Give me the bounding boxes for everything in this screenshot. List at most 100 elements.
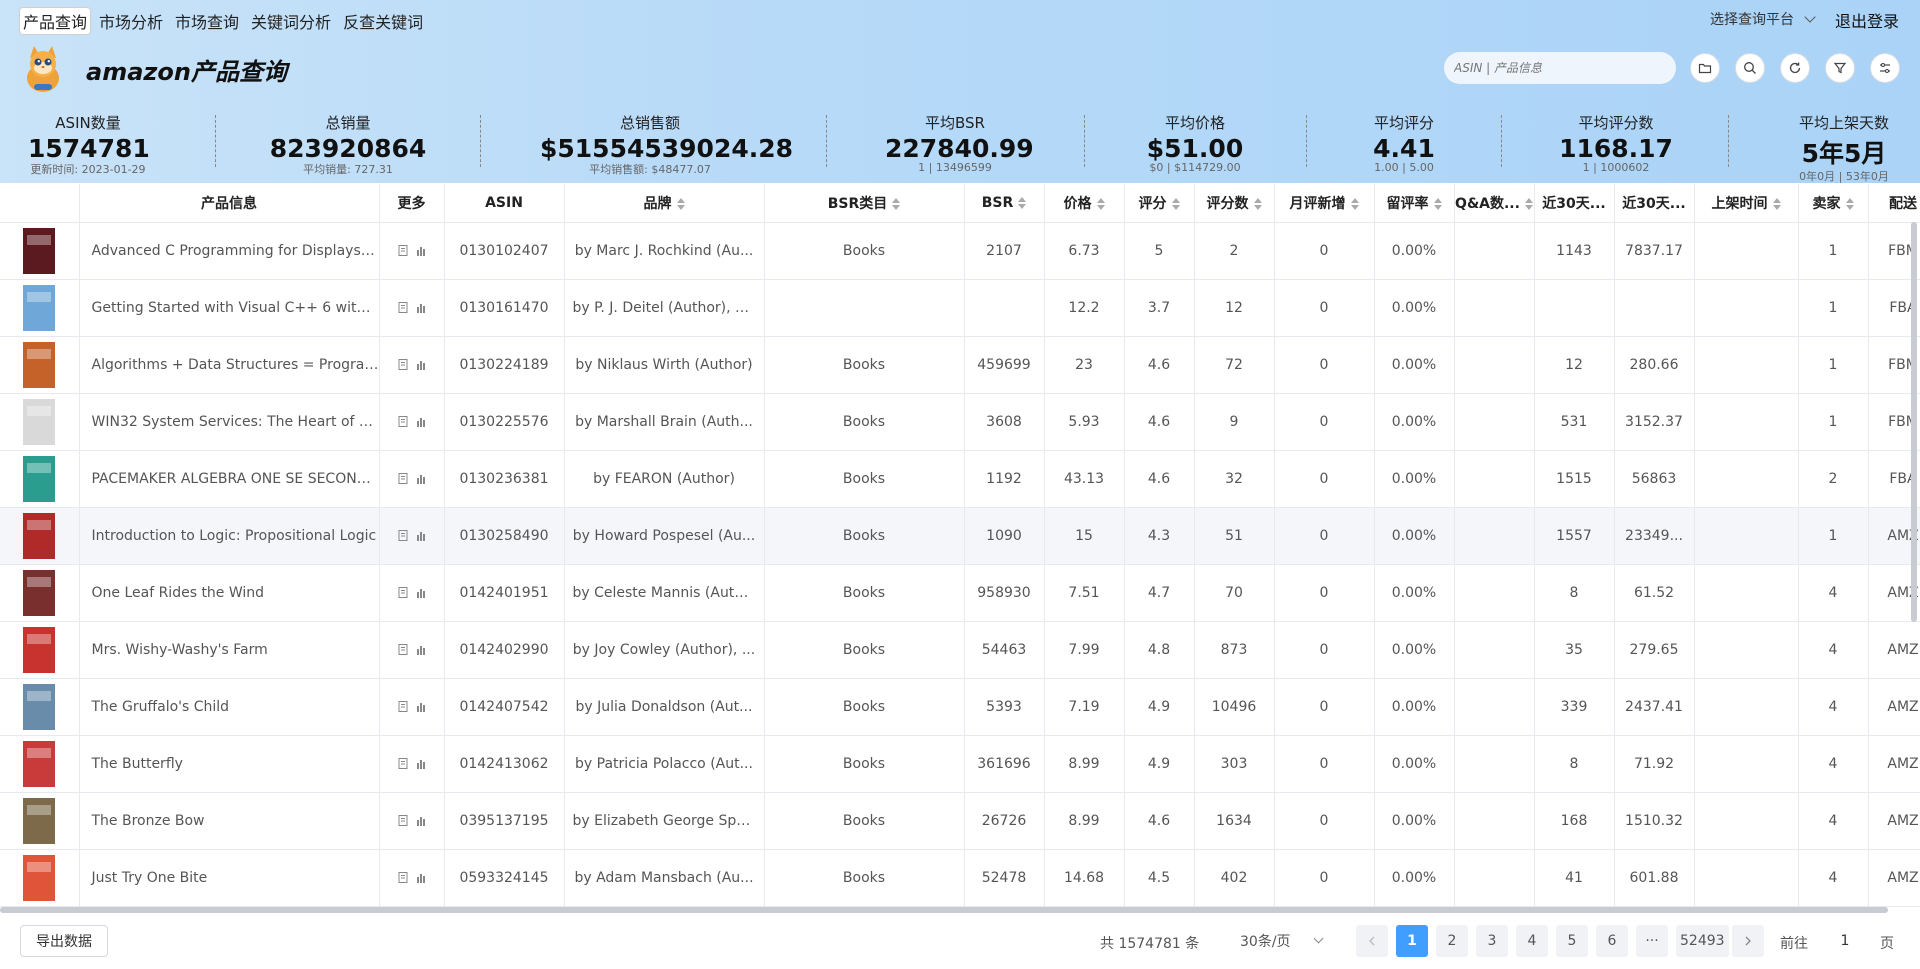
asin-cell[interactable]: 0142402990	[444, 621, 565, 679]
table-row[interactable]: Algorithms + Data Structures = Programs …	[0, 336, 1920, 394]
document-icon[interactable]	[398, 587, 408, 598]
table-row[interactable]: PACEMAKER ALGEBRA ONE SE SECOND EDITION …	[0, 450, 1920, 508]
col-review-count[interactable]: 评分数	[1194, 184, 1275, 223]
bar-chart-icon[interactable]	[416, 644, 426, 655]
product-title[interactable]: Introduction to Logic: Propositional Log…	[79, 507, 380, 565]
document-icon[interactable]	[398, 701, 408, 712]
book-cover-image[interactable]	[21, 455, 57, 503]
product-title[interactable]: The Gruffalo's Child	[79, 678, 380, 736]
asin-cell[interactable]: 0593324145	[444, 849, 565, 907]
product-title[interactable]: PACEMAKER ALGEBRA ONE SE SECOND EDITION …	[79, 450, 380, 508]
col-review-rate[interactable]: 留评率	[1374, 184, 1455, 223]
col-bsr[interactable]: BSR	[964, 184, 1045, 223]
book-cover-image[interactable]	[21, 569, 57, 617]
nav-keyword-analysis[interactable]: 关键词分析	[248, 8, 334, 34]
prev-page-button[interactable]	[1356, 925, 1388, 957]
asin-cell[interactable]: 0130225576	[444, 393, 565, 451]
bar-chart-icon[interactable]	[416, 245, 426, 256]
book-cover-image[interactable]	[21, 797, 57, 845]
table-row[interactable]: Just Try One Bite 0593324145 by Adam Mansb…	[0, 849, 1920, 907]
nav-market-query[interactable]: 市场查询	[172, 8, 242, 34]
page-ellipsis-button[interactable]: ···	[1636, 925, 1668, 957]
book-cover-image[interactable]	[21, 341, 57, 389]
asin-cell[interactable]: 0130258490	[444, 507, 565, 565]
sort-icon[interactable]	[1018, 196, 1027, 209]
sort-icon[interactable]	[1772, 197, 1781, 210]
asin-cell[interactable]: 0130224189	[444, 336, 565, 394]
table-row[interactable]: One Leaf Rides the Wind 0142401951 by Cele…	[0, 564, 1920, 622]
page-button-last[interactable]: 52493	[1676, 925, 1729, 957]
nav-product-query[interactable]: 产品查询	[20, 8, 91, 34]
document-icon[interactable]	[398, 530, 408, 541]
product-title[interactable]: One Leaf Rides the Wind	[79, 564, 380, 622]
asin-cell[interactable]: 0142407542	[444, 678, 565, 736]
next-page-button[interactable]	[1732, 925, 1764, 957]
bar-chart-icon[interactable]	[416, 758, 426, 769]
product-title[interactable]: Getting Started with Visual C++ 6 with a…	[79, 279, 380, 337]
sort-icon[interactable]	[1524, 197, 1533, 210]
asin-cell[interactable]: 0130161470	[444, 279, 565, 337]
document-icon[interactable]	[398, 758, 408, 769]
book-cover-image[interactable]	[21, 626, 57, 674]
goto-page-input[interactable]	[1830, 925, 1860, 957]
vertical-scrollbar[interactable]	[1911, 222, 1917, 622]
col-30day-sales[interactable]: 近30天...	[1534, 184, 1615, 223]
asin-cell[interactable]: 0142413062	[444, 735, 565, 793]
logout-link[interactable]: 退出登录	[1835, 8, 1899, 32]
horizontal-scrollbar[interactable]	[0, 907, 1888, 913]
scrollbar-thumb[interactable]	[0, 907, 1888, 913]
bar-chart-icon[interactable]	[416, 359, 426, 370]
sort-icon[interactable]	[1096, 197, 1105, 210]
search-input[interactable]	[1444, 52, 1676, 84]
page-button-5[interactable]: 5	[1556, 925, 1588, 957]
bar-chart-icon[interactable]	[416, 815, 426, 826]
export-data-button[interactable]: 导出数据	[20, 925, 108, 957]
sort-icon[interactable]	[676, 197, 685, 210]
table-row[interactable]: The Gruffalo's Child 0142407542 by Julia D…	[0, 678, 1920, 736]
document-icon[interactable]	[398, 245, 408, 256]
search-button[interactable]	[1735, 53, 1765, 83]
nav-reverse-keyword[interactable]: 反查关键词	[340, 8, 426, 34]
book-cover-image[interactable]	[21, 854, 57, 902]
document-icon[interactable]	[398, 473, 408, 484]
book-cover-image[interactable]	[21, 740, 57, 788]
page-size-select[interactable]: 30条/页	[1228, 925, 1336, 957]
document-icon[interactable]	[398, 644, 408, 655]
book-cover-image[interactable]	[21, 512, 57, 560]
bar-chart-icon[interactable]	[416, 587, 426, 598]
bar-chart-icon[interactable]	[416, 473, 426, 484]
table-row[interactable]: Mrs. Wishy-Washy's Farm 0142402990 by Joy …	[0, 621, 1920, 679]
table-row[interactable]: Advanced C Programming for Displays: Cha…	[0, 222, 1920, 280]
col-30day-revenue[interactable]: 近30天...	[1614, 184, 1695, 223]
product-title[interactable]: The Butterfly	[79, 735, 380, 793]
bar-chart-icon[interactable]	[416, 530, 426, 541]
platform-select[interactable]: 选择查询平台	[1710, 9, 1816, 29]
bar-chart-icon[interactable]	[416, 302, 426, 313]
table-row[interactable]: WIN32 System Services: The Heart of Wind…	[0, 393, 1920, 451]
product-title[interactable]: Just Try One Bite	[79, 849, 380, 907]
document-icon[interactable]	[398, 416, 408, 427]
col-bsr-category[interactable]: BSR类目	[764, 184, 965, 223]
asin-cell[interactable]: 0142401951	[444, 564, 565, 622]
page-button-6[interactable]: 6	[1596, 925, 1628, 957]
asin-cell[interactable]: 0130236381	[444, 450, 565, 508]
sort-icon[interactable]	[1433, 197, 1442, 210]
col-sellers[interactable]: 卖家	[1798, 184, 1869, 223]
sort-icon[interactable]	[1171, 197, 1180, 210]
col-qa-count[interactable]: Q&A数...	[1454, 184, 1535, 223]
sort-icon[interactable]	[1845, 197, 1854, 210]
table-row[interactable]: Getting Started with Visual C++ 6 with a…	[0, 279, 1920, 337]
settings-button[interactable]	[1870, 53, 1900, 83]
bar-chart-icon[interactable]	[416, 872, 426, 883]
product-title[interactable]: The Bronze Bow	[79, 792, 380, 850]
col-monthly-new-reviews[interactable]: 月评新增	[1274, 184, 1375, 223]
book-cover-image[interactable]	[21, 683, 57, 731]
book-cover-image[interactable]	[21, 284, 57, 332]
page-button-2[interactable]: 2	[1436, 925, 1468, 957]
book-cover-image[interactable]	[21, 398, 57, 446]
asin-cell[interactable]: 0130102407	[444, 222, 565, 280]
sort-icon[interactable]	[1350, 197, 1359, 210]
nav-market-analysis[interactable]: 市场分析	[96, 8, 166, 34]
page-button-1[interactable]: 1	[1396, 925, 1428, 957]
document-icon[interactable]	[398, 815, 408, 826]
